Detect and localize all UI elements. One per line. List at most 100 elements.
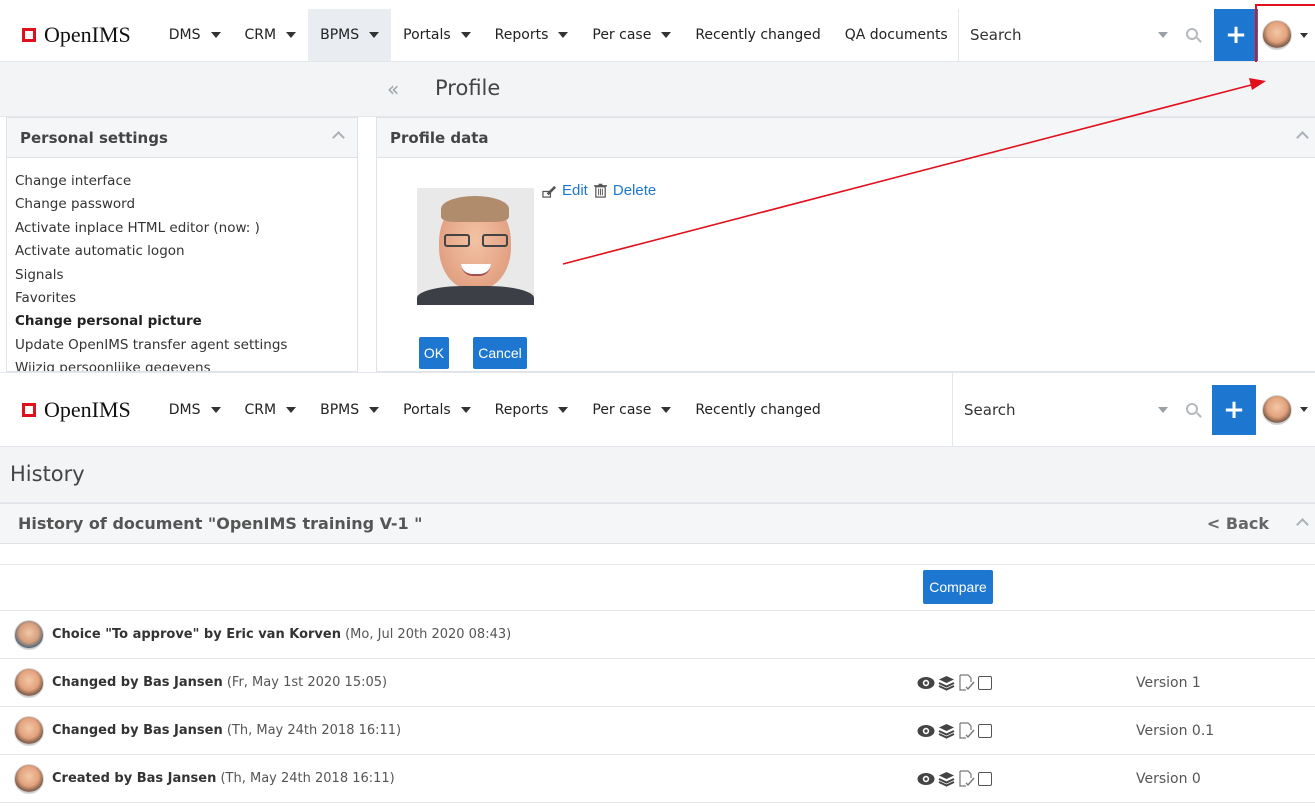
profile-photo <box>417 188 534 305</box>
caret-down-icon <box>1300 407 1308 412</box>
trash-icon[interactable] <box>593 183 608 198</box>
version-label: Version 0 <box>1136 770 1201 787</box>
caret-down-icon <box>558 406 569 413</box>
compare-checkbox[interactable] <box>978 723 992 738</box>
photo-actions: Edit Delete <box>542 182 661 199</box>
caret-down-icon <box>369 406 380 413</box>
caret-down-icon <box>286 32 297 38</box>
history-row: Created by Bas Jansen (Th, May 24th 2018… <box>0 755 1315 803</box>
page-title: History <box>10 462 85 486</box>
user-avatar <box>14 619 44 650</box>
version-label: Version 0.1 <box>1136 722 1215 739</box>
nav-item-portals[interactable]: Portals <box>391 373 483 446</box>
openims-logo[interactable]: OpenIMS <box>22 397 131 423</box>
nav-item-crm[interactable]: CRM <box>233 9 309 61</box>
collapse-chevron-icon[interactable] <box>1296 131 1309 144</box>
plus-icon: + <box>1225 20 1247 50</box>
openims-logo-icon <box>22 28 36 42</box>
user-avatar <box>14 667 44 698</box>
search-input[interactable]: Search <box>952 373 1214 446</box>
collapse-chevron-icon[interactable] <box>1296 518 1309 531</box>
history-date: (Fr, May 1st 2020 15:05) <box>226 675 388 690</box>
history-actor: Created by Bas Jansen <box>52 771 217 786</box>
search-icon[interactable] <box>1186 402 1198 415</box>
eye-icon[interactable] <box>917 676 935 690</box>
back-link[interactable]: < Back <box>1207 514 1269 533</box>
caret-down-icon <box>460 32 471 38</box>
nav-item-dms[interactable]: DMS <box>157 9 233 61</box>
nav-item-recently-changed[interactable]: Recently changed <box>683 9 832 61</box>
search-dropdown-icon[interactable] <box>1158 32 1168 38</box>
nav-item-crm[interactable]: CRM <box>233 373 309 446</box>
settings-item-change-picture[interactable]: Change personal picture <box>15 310 349 333</box>
history-date: (Th, May 24th 2018 16:11) <box>220 771 395 786</box>
compare-button[interactable]: Compare <box>923 570 993 604</box>
eye-icon[interactable] <box>917 772 935 786</box>
nav-item-qa-documents[interactable]: QA documents <box>833 9 960 61</box>
layers-icon[interactable] <box>938 723 955 739</box>
brand-name: OpenIMS <box>44 396 131 422</box>
page-title: Profile <box>435 76 501 100</box>
search-icon[interactable] <box>1186 28 1198 40</box>
nav-item-portals[interactable]: Portals <box>391 9 483 61</box>
nav-item-reports[interactable]: Reports <box>483 373 581 446</box>
caret-down-icon <box>210 406 221 413</box>
add-button[interactable]: + <box>1212 385 1256 435</box>
search-input[interactable]: Search <box>958 9 1214 61</box>
settings-item-change-interface[interactable]: Change interface <box>15 170 349 193</box>
panel-header: Personal settings <box>7 118 357 158</box>
nav-item-per-case[interactable]: Per case <box>580 9 683 61</box>
add-button[interactable]: + <box>1214 9 1258 61</box>
settings-list: Change interface Change password Activat… <box>7 158 357 371</box>
layers-icon[interactable] <box>938 771 955 787</box>
user-avatar[interactable] <box>1262 394 1292 425</box>
caret-down-icon <box>369 32 380 38</box>
openims-logo[interactable]: OpenIMS <box>22 22 131 48</box>
collapse-icon[interactable]: « <box>387 77 399 101</box>
nav-item-bpms[interactable]: BPMS <box>308 373 391 446</box>
sign-document-icon[interactable] <box>958 674 975 691</box>
nav-item-recently-changed[interactable]: Recently changed <box>683 373 832 446</box>
user-menu[interactable] <box>1262 373 1315 446</box>
caret-down-icon <box>558 32 569 38</box>
profile-titlebar: « Profile <box>0 62 1315 117</box>
compare-checkbox[interactable] <box>978 771 992 786</box>
caret-down-icon <box>661 406 672 413</box>
history-titlebar: History <box>0 447 1315 503</box>
sign-document-icon[interactable] <box>958 770 975 787</box>
cancel-button[interactable]: Cancel <box>473 337 527 369</box>
eye-icon[interactable] <box>917 724 935 738</box>
edit-icon[interactable] <box>542 183 557 198</box>
nav-item-bpms[interactable]: BPMS <box>308 9 392 61</box>
spacer-row <box>0 543 1315 565</box>
settings-item-inplace-editor[interactable]: Activate inplace HTML editor (now: ) <box>15 217 349 240</box>
personal-settings-panel: Personal settings Change interface Chang… <box>6 117 358 372</box>
user-avatar <box>14 715 44 746</box>
settings-item-automatic-logon[interactable]: Activate automatic logon <box>15 240 349 263</box>
caret-down-icon <box>661 32 672 38</box>
history-row: Changed by Bas Jansen (Th, May 24th 2018… <box>0 707 1315 755</box>
layers-icon[interactable] <box>938 675 955 691</box>
nav-item-dms[interactable]: DMS <box>157 373 233 446</box>
delete-link[interactable]: Delete <box>613 182 656 199</box>
compare-checkbox[interactable] <box>978 675 992 690</box>
settings-item-personal-data[interactable]: Wijzig persoonlijke gegevens <box>15 357 349 371</box>
edit-link[interactable]: Edit <box>562 182 588 199</box>
sign-document-icon[interactable] <box>958 722 975 739</box>
settings-item-change-password[interactable]: Change password <box>15 193 349 216</box>
nav-item-reports[interactable]: Reports <box>483 9 581 61</box>
history-row: Changed by Bas Jansen (Fr, May 1st 2020 … <box>0 659 1315 707</box>
settings-item-transfer-agent[interactable]: Update OpenIMS transfer agent settings <box>15 334 349 357</box>
top-navbar: OpenIMS DMS CRM BPMS Portals Reports Per… <box>0 9 1315 62</box>
user-avatar <box>14 763 44 794</box>
search-dropdown-icon[interactable] <box>1158 406 1168 413</box>
settings-item-favorites[interactable]: Favorites <box>15 287 349 310</box>
history-row: Choice "To approve" by Eric van Korven (… <box>0 611 1315 659</box>
history-actor: Choice "To approve" by Eric van Korven <box>52 627 341 642</box>
nav-item-per-case[interactable]: Per case <box>580 373 683 446</box>
version-label: Version 1 <box>1136 674 1201 691</box>
collapse-chevron-icon[interactable] <box>332 131 345 144</box>
ok-button[interactable]: OK <box>419 337 449 369</box>
settings-item-signals[interactable]: Signals <box>15 264 349 287</box>
annotation-highlight-box <box>1255 4 1315 66</box>
